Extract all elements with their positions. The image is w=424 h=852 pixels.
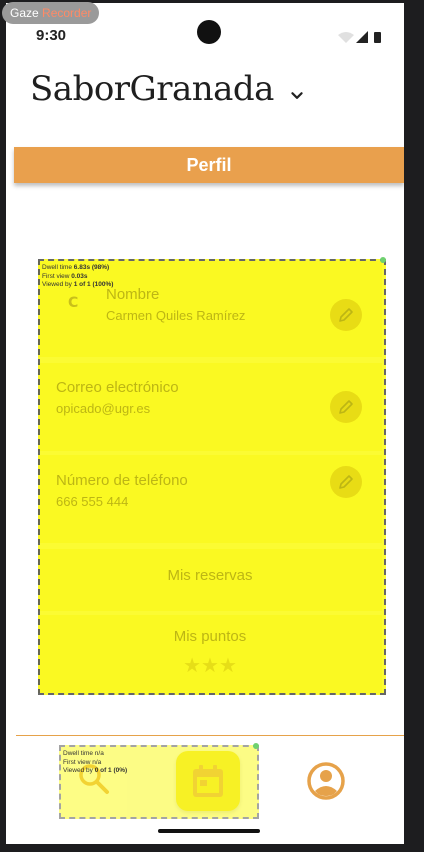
avatar: C: [68, 295, 79, 311]
points-button[interactable]: Mis puntos: [38, 628, 382, 645]
chevron-down-icon[interactable]: [286, 85, 308, 107]
tab-perfil[interactable]: Perfil: [14, 147, 404, 183]
gaze-recorder-badge: Gaze Recorder: [2, 2, 100, 24]
reservations-button[interactable]: Mis reservas: [38, 567, 382, 584]
edit-name-button[interactable]: [330, 299, 362, 331]
heatmap-stats: Dwell time 6.83s (98%) First view 0.03s …: [42, 264, 114, 288]
tab-label: Perfil: [186, 155, 232, 175]
gaze-recorder-prefix: Gaze: [10, 6, 39, 20]
heatmap-nav-stats: Dwell time n/a First view n/a Viewed by …: [63, 750, 128, 774]
home-indicator[interactable]: [158, 829, 260, 833]
account-circle-icon[interactable]: [306, 761, 346, 801]
status-time: 9:30: [36, 27, 67, 44]
edit-phone-button[interactable]: [330, 466, 362, 498]
app-title: SaborGranada: [30, 69, 274, 109]
phone-label: Número de teléfono: [56, 472, 188, 489]
name-label: Nombre: [106, 286, 160, 303]
email-value: opicado@ugr.es: [56, 401, 151, 416]
region-handle: [380, 257, 386, 263]
pencil-icon: [339, 475, 353, 489]
device-frame: 9:30 SaborGranada Perfil Dwell time 6.83…: [0, 0, 424, 852]
pencil-icon: [339, 308, 353, 322]
gaze-recorder-suffix: Recorder: [38, 6, 92, 20]
region-handle: [253, 743, 259, 749]
signal-icon: [356, 31, 368, 43]
app-screen: 9:30 SaborGranada Perfil Dwell time 6.83…: [6, 3, 404, 844]
camera-cutout: [197, 20, 221, 44]
wifi-icon: [338, 32, 354, 43]
status-icons: [338, 31, 381, 43]
device-bezel: [0, 844, 424, 852]
name-value: Carmen Quiles Ramírez: [106, 308, 246, 323]
nav-divider: [16, 735, 404, 736]
points-stars: ★★★: [183, 655, 237, 677]
edit-email-button[interactable]: [330, 391, 362, 423]
battery-icon: [374, 32, 381, 43]
phone-value: 666 555 444: [56, 494, 129, 509]
device-bezel: [404, 0, 424, 852]
email-label: Correo electrónico: [56, 379, 179, 396]
pencil-icon: [339, 400, 353, 414]
